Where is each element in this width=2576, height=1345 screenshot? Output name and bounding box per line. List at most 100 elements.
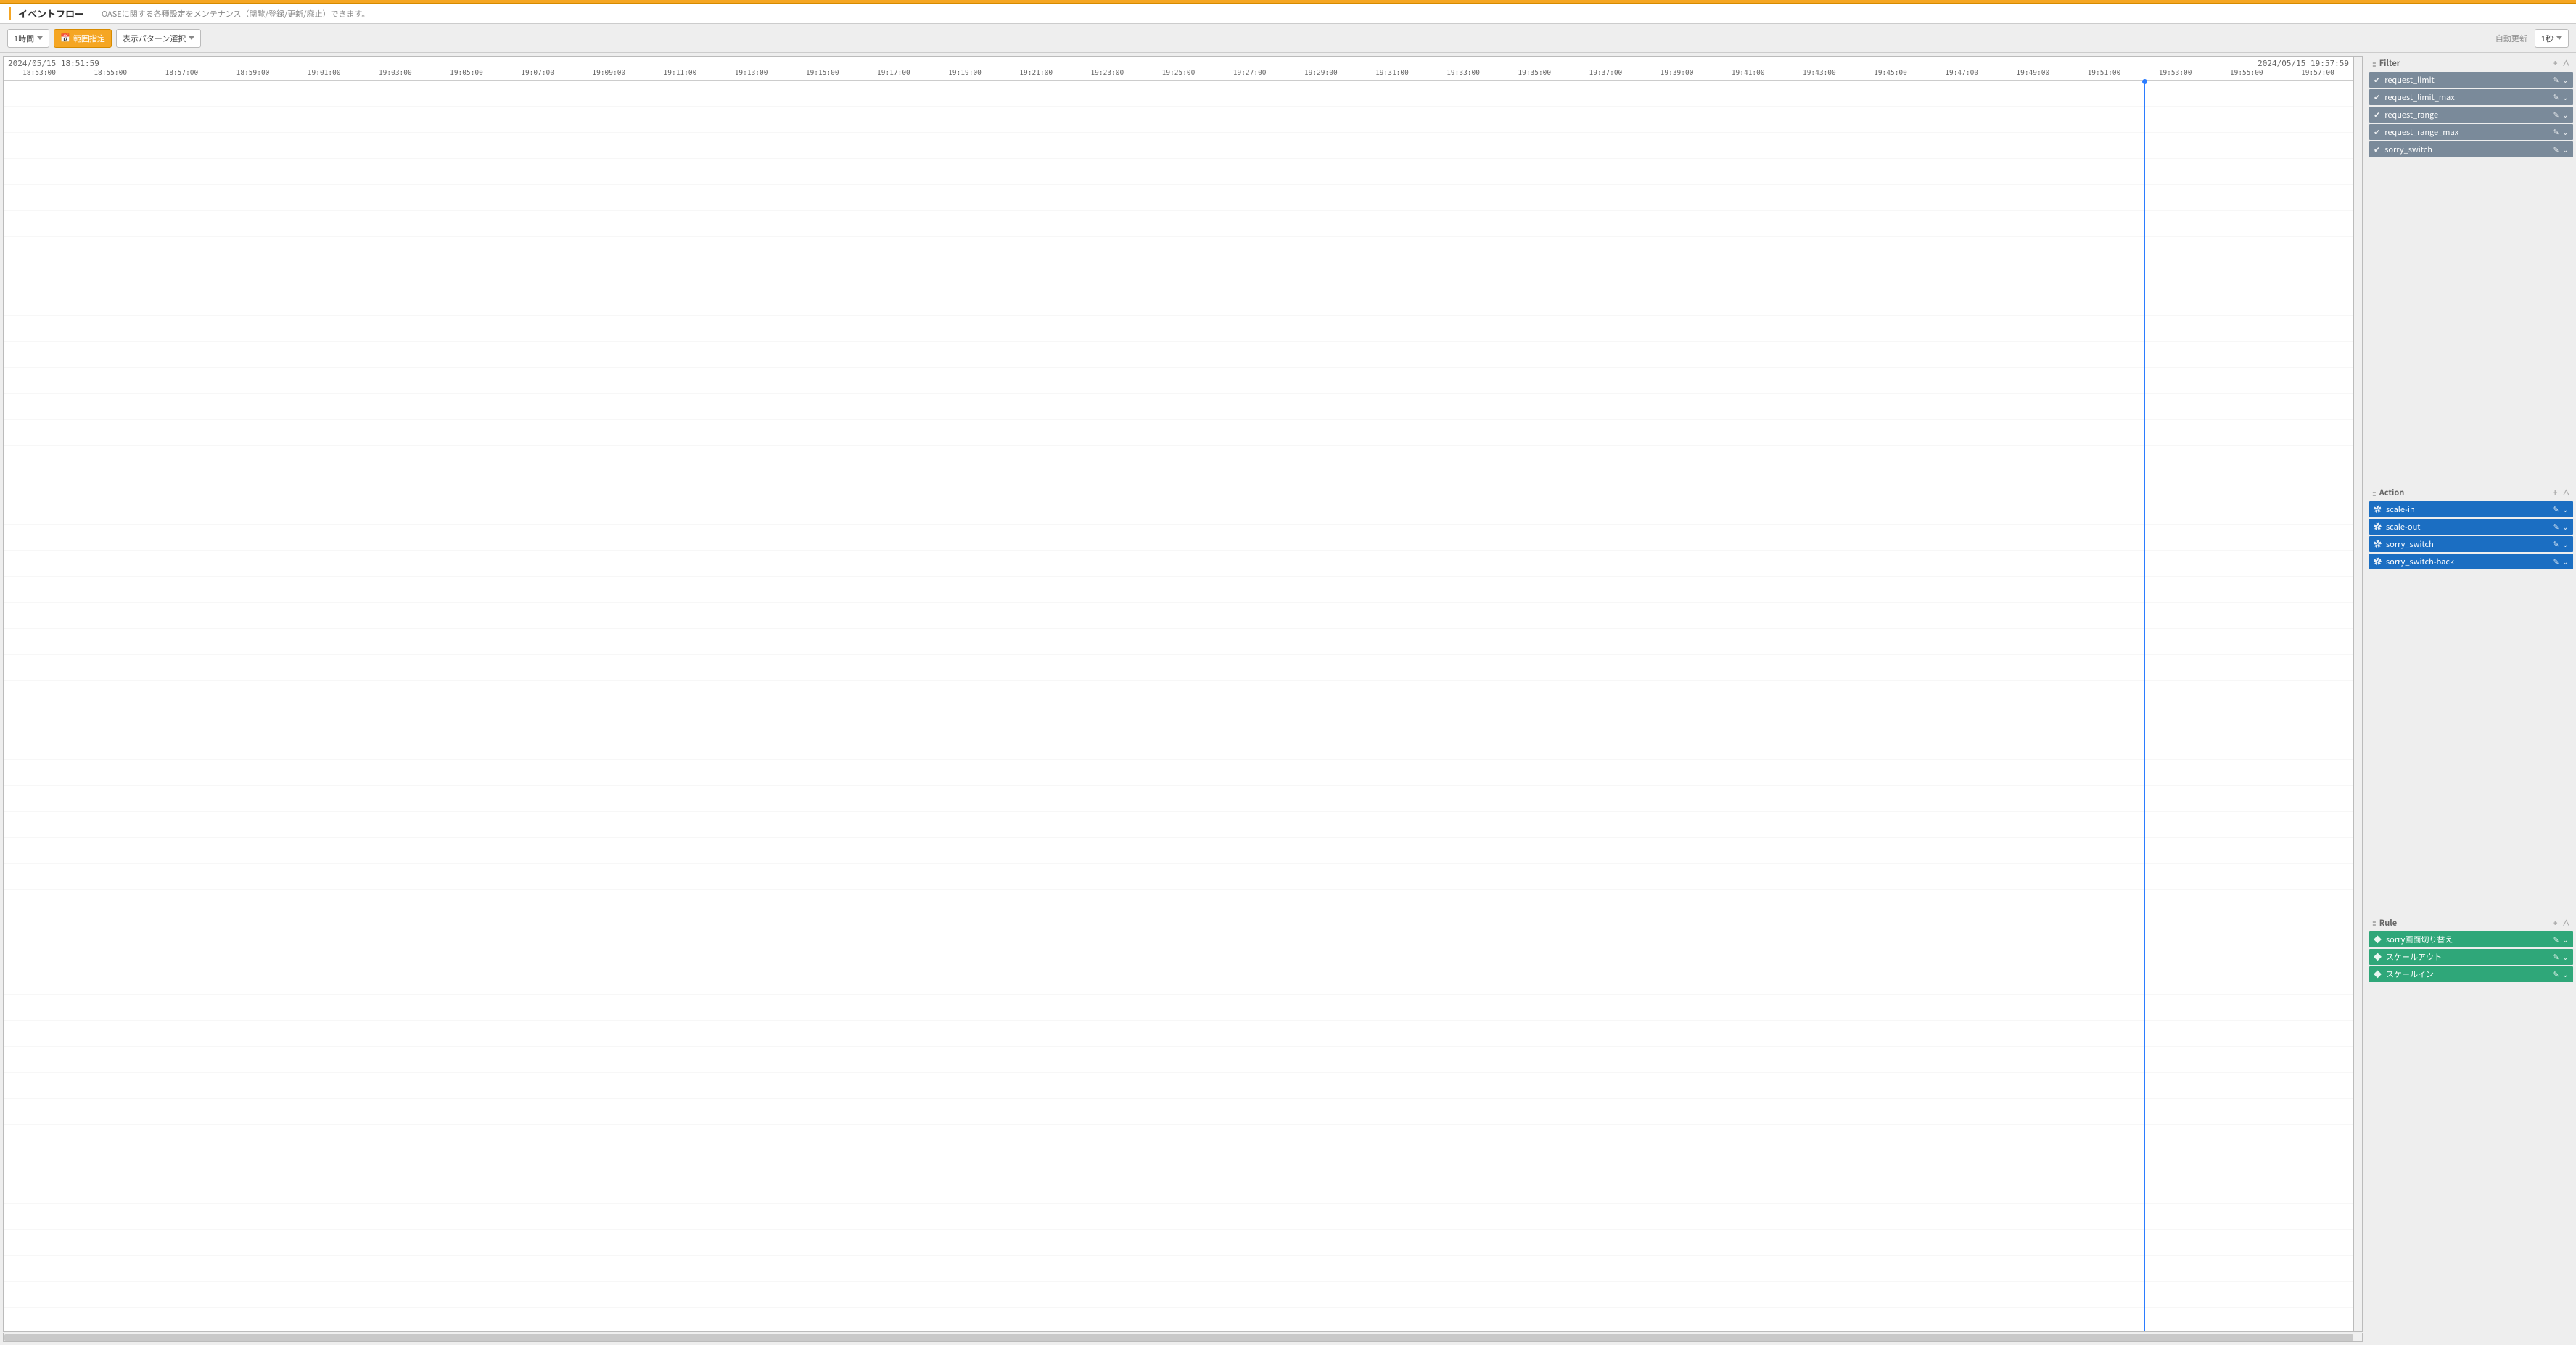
timeline-pane: 2024/05/15 18:51:59 2024/05/15 19:57:59 … [0,53,2366,1345]
chevron-down-icon[interactable]: ⌄ [2562,934,2569,945]
collapse-icon[interactable]: ∧ [2562,487,2570,498]
filter-item[interactable]: ✔request_limit_max✎⌄ [2369,89,2573,105]
edit-icon[interactable]: ✎ [2553,968,2559,980]
filter-item-label: sorry_switch [2384,144,2545,155]
rule-item-tools: ✎⌄ [2550,951,2569,963]
chevron-down-icon [2556,36,2562,40]
action-icon: ✿ [2374,521,2382,532]
calendar-icon: 📅 [60,33,70,43]
chevron-down-icon[interactable]: ⌄ [2562,951,2569,963]
vertical-scrollbar[interactable] [2354,56,2363,1332]
timeline-tick: 19:01:00 [308,69,341,77]
collapse-icon[interactable]: ∧ [2562,917,2570,929]
action-item[interactable]: ✿sorry_switch✎⌄ [2369,536,2573,552]
horizontal-scrollbar-thumb[interactable] [4,1334,2353,1341]
timeline-tick: 19:19:00 [948,69,982,77]
chevron-down-icon [37,36,43,40]
edit-icon[interactable]: ✎ [2553,109,2559,120]
rule-item[interactable]: ◆スケールアウト✎⌄ [2369,949,2573,965]
action-item[interactable]: ✿sorry_switch-back✎⌄ [2369,554,2573,569]
rule-item[interactable]: ◆スケールイン✎⌄ [2369,966,2573,982]
action-icon: ✿ [2374,503,2382,515]
drag-handle-icon[interactable]: ::: [2372,488,2375,498]
action-panel-body: ✿scale-in✎⌄✿scale-out✎⌄✿sorry_switch✎⌄✿s… [2369,500,2573,912]
refresh-interval-select[interactable]: 1秒 [2535,29,2569,48]
add-icon[interactable]: + [2553,917,2558,929]
timeline[interactable]: 2024/05/15 18:51:59 2024/05/15 19:57:59 … [3,56,2354,1332]
action-item[interactable]: ✿scale-out✎⌄ [2369,519,2573,535]
timeline-tick: 18:59:00 [236,69,270,77]
rule-item-tools: ✎⌄ [2550,968,2569,980]
edit-icon[interactable]: ✎ [2553,144,2559,155]
add-icon[interactable]: + [2553,57,2558,69]
filter-panel-header[interactable]: ::: Filter + ∧ [2369,56,2573,70]
chevron-down-icon[interactable]: ⌄ [2562,144,2569,155]
timeline-tick: 18:55:00 [94,69,127,77]
rule-panel: ::: Rule + ∧ ◆sorry画面切り替え✎⌄◆スケールアウト✎⌄◆スケ… [2369,916,2573,1342]
timeline-scale: 18:53:0018:55:0018:57:0018:59:0019:01:00… [4,69,2353,81]
timeline-tick: 19:53:00 [2159,69,2192,77]
add-icon[interactable]: + [2553,487,2558,498]
filter-panel: ::: Filter + ∧ ✔request_limit✎⌄✔request_… [2369,56,2573,482]
edit-icon[interactable]: ✎ [2553,126,2559,138]
edit-icon[interactable]: ✎ [2553,951,2559,963]
timeline-tick: 19:51:00 [2088,69,2121,77]
drag-handle-icon[interactable]: ::: [2372,917,2375,928]
rule-panel-header[interactable]: ::: Rule + ∧ [2369,916,2573,930]
page-title: イベントフロー [18,7,84,20]
chevron-down-icon[interactable]: ⌄ [2562,503,2569,515]
filter-item-label: request_range_max [2384,126,2545,138]
action-panel-header[interactable]: ::: Action + ∧ [2369,485,2573,500]
chevron-down-icon[interactable]: ⌄ [2562,126,2569,138]
edit-icon[interactable]: ✎ [2553,538,2559,550]
timeline-tick: 19:03:00 [379,69,412,77]
timeline-tick: 19:37:00 [1589,69,1623,77]
timeline-tick: 19:21:00 [1019,69,1053,77]
timeline-tick: 19:35:00 [1518,69,1551,77]
filter-item[interactable]: ✔sorry_switch✎⌄ [2369,141,2573,157]
chevron-down-icon[interactable]: ⌄ [2562,556,2569,567]
timeline-tick: 19:09:00 [592,69,625,77]
filter-item[interactable]: ✔request_range_max✎⌄ [2369,124,2573,140]
timeline-tick: 19:27:00 [1233,69,1267,77]
main-area: 2024/05/15 18:51:59 2024/05/15 19:57:59 … [0,53,2576,1345]
timeline-tick: 19:05:00 [450,69,483,77]
action-item-tools: ✎⌄ [2550,503,2569,515]
edit-icon[interactable]: ✎ [2553,74,2559,86]
timeline-tick: 19:33:00 [1447,69,1480,77]
timeline-tick: 19:17:00 [877,69,910,77]
chevron-down-icon[interactable]: ⌄ [2562,109,2569,120]
page-description: OASEに関する各種設定をメンテナンス（閲覧/登録/更新/廃止）できます。 [102,8,369,20]
time-range-select[interactable]: 1時間 [7,29,49,48]
filter-panel-body: ✔request_limit✎⌄✔request_limit_max✎⌄✔req… [2369,70,2573,482]
action-item-tools: ✎⌄ [2550,556,2569,567]
action-item-tools: ✎⌄ [2550,521,2569,532]
filter-icon: ✔ [2374,91,2380,103]
edit-icon[interactable]: ✎ [2553,521,2559,532]
chevron-down-icon[interactable]: ⌄ [2562,538,2569,550]
action-item[interactable]: ✿scale-in✎⌄ [2369,501,2573,517]
rule-item[interactable]: ◆sorry画面切り替え✎⌄ [2369,931,2573,947]
timeline-tick: 19:43:00 [1803,69,1836,77]
edit-icon[interactable]: ✎ [2553,934,2559,945]
timeline-tick: 19:13:00 [735,69,768,77]
chevron-down-icon[interactable]: ⌄ [2562,74,2569,86]
display-pattern-select[interactable]: 表示パターン選択 [116,29,201,48]
filter-item[interactable]: ✔request_range✎⌄ [2369,107,2573,123]
range-specify-button[interactable]: 📅 範囲指定 [54,29,112,48]
timeline-body[interactable] [4,81,2353,1331]
edit-icon[interactable]: ✎ [2553,91,2559,103]
drag-handle-icon[interactable]: ::: [2372,58,2375,69]
chevron-down-icon[interactable]: ⌄ [2562,968,2569,980]
edit-icon[interactable]: ✎ [2553,556,2559,567]
action-item-label: sorry_switch [2386,538,2546,550]
auto-refresh-label: 自動更新 [2495,33,2527,44]
rule-item-label: スケールイン [2386,968,2546,980]
horizontal-scrollbar[interactable] [3,1333,2363,1342]
filter-item[interactable]: ✔request_limit✎⌄ [2369,72,2573,88]
edit-icon[interactable]: ✎ [2553,503,2559,515]
chevron-down-icon[interactable]: ⌄ [2562,91,2569,103]
collapse-icon[interactable]: ∧ [2562,57,2570,69]
timeline-cursor[interactable] [2144,81,2145,1331]
chevron-down-icon[interactable]: ⌄ [2562,521,2569,532]
